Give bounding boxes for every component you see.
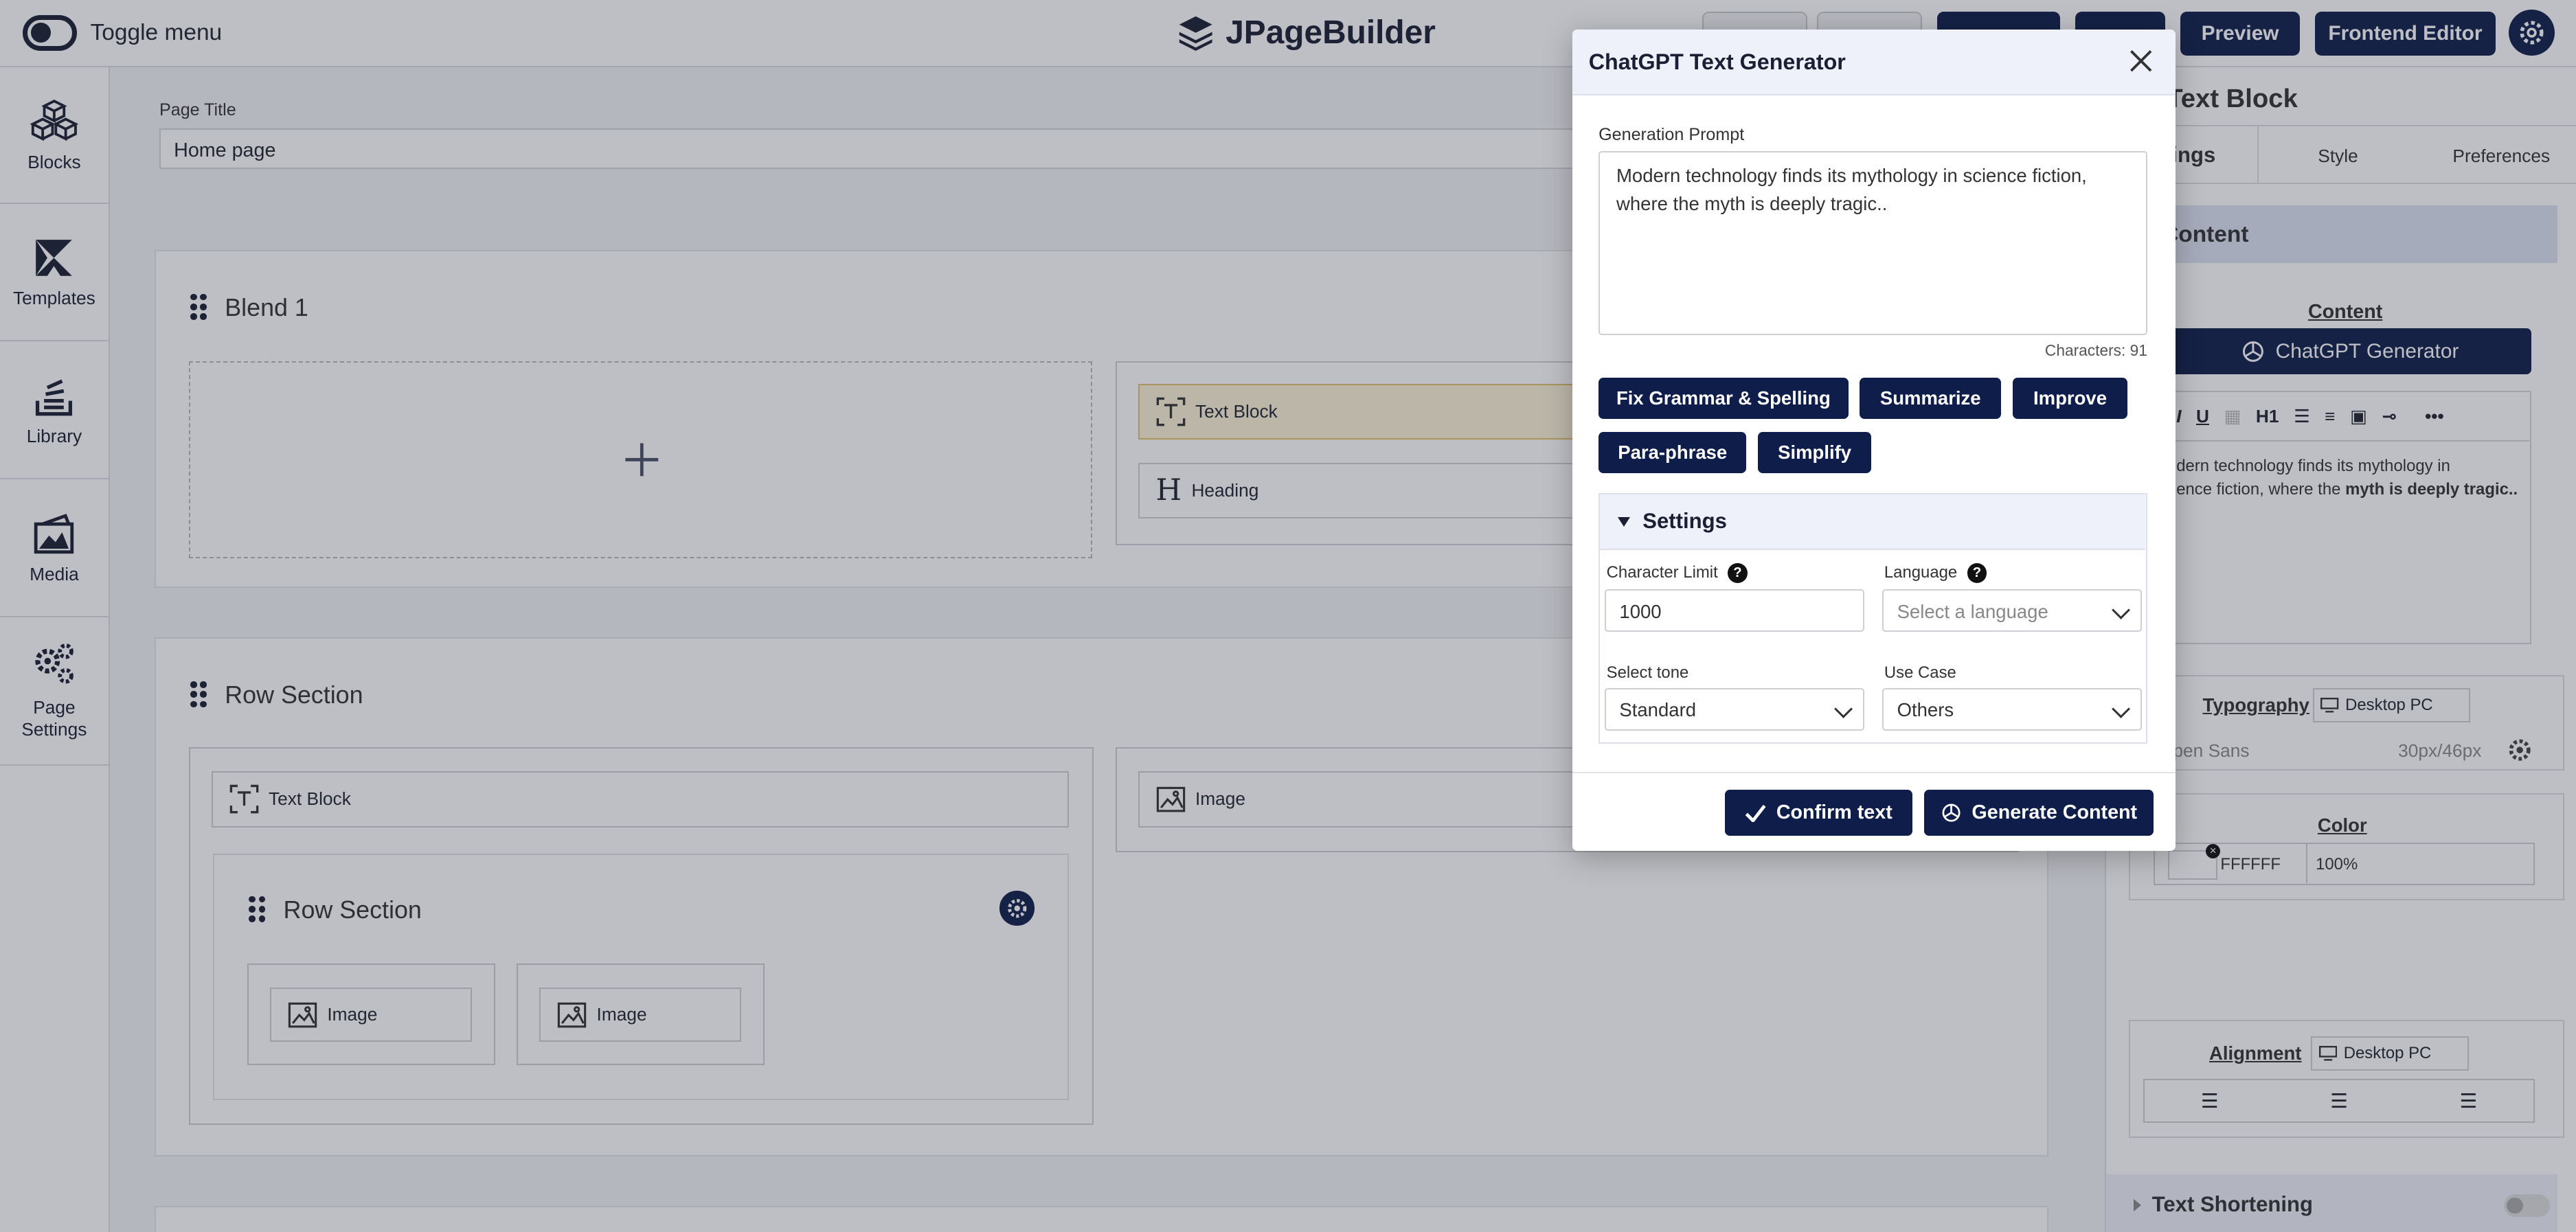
modal-footer-divider [1572, 772, 2176, 774]
language-placeholder: Select a language [1897, 600, 2048, 622]
help-icon[interactable]: ? [1967, 562, 1987, 583]
caret-down-icon [1618, 516, 1631, 527]
language-label: Language ? [1884, 562, 1987, 583]
character-count: Characters: 91 [2044, 341, 2147, 360]
chatgpt-modal: ChatGPT Text Generator Generation Prompt… [1572, 30, 2176, 851]
check-icon [1745, 804, 1766, 823]
confirm-label: Confirm text [1776, 801, 1893, 824]
modal-title: ChatGPT Text Generator [1588, 49, 1846, 74]
generate-content-button[interactable]: Generate Content [1923, 790, 2154, 836]
prompt-label: Generation Prompt [1598, 124, 1745, 144]
prompt-textarea[interactable]: Modern technology finds its mythology in… [1598, 151, 2147, 335]
tone-value: Standard [1619, 699, 1697, 721]
openai-icon [1942, 803, 1961, 822]
close-icon[interactable] [2129, 49, 2152, 72]
paraphrase-button[interactable]: Para-phrase [1598, 432, 1747, 473]
modal-backdrop[interactable] [0, 0, 2576, 1232]
chevron-down-icon [2112, 601, 2131, 620]
use-case-value: Others [1897, 699, 1954, 721]
use-case-select[interactable]: Others [1882, 687, 2143, 731]
char-limit-input[interactable]: 1000 [1605, 589, 1865, 632]
language-label-text: Language [1884, 563, 1958, 582]
tone-select[interactable]: Standard [1605, 687, 1865, 731]
chevron-down-icon [1833, 699, 1853, 718]
summarize-button[interactable]: Summarize [1860, 378, 2002, 419]
generate-label: Generate Content [1971, 801, 2138, 824]
help-icon[interactable]: ? [1728, 562, 1748, 583]
fix-grammar-button[interactable]: Fix Grammar & Spelling [1598, 378, 1849, 419]
tone-label: Select tone [1606, 663, 1689, 682]
settings-title: Settings [1642, 509, 1727, 534]
settings-panel: Settings Character Limit ? 1000 Language… [1598, 492, 2147, 744]
language-select[interactable]: Select a language [1882, 589, 2143, 632]
modal-header: ChatGPT Text Generator [1572, 30, 2176, 95]
use-case-label: Use Case [1884, 663, 1956, 682]
settings-header[interactable]: Settings [1600, 494, 2146, 550]
simplify-button[interactable]: Simplify [1758, 432, 1872, 473]
improve-button[interactable]: Improve [2012, 378, 2128, 419]
char-limit-label: Character Limit ? [1606, 562, 1748, 583]
confirm-text-button[interactable]: Confirm text [1725, 790, 1912, 836]
char-limit-label-text: Character Limit [1606, 563, 1718, 582]
chevron-down-icon [2112, 699, 2131, 718]
